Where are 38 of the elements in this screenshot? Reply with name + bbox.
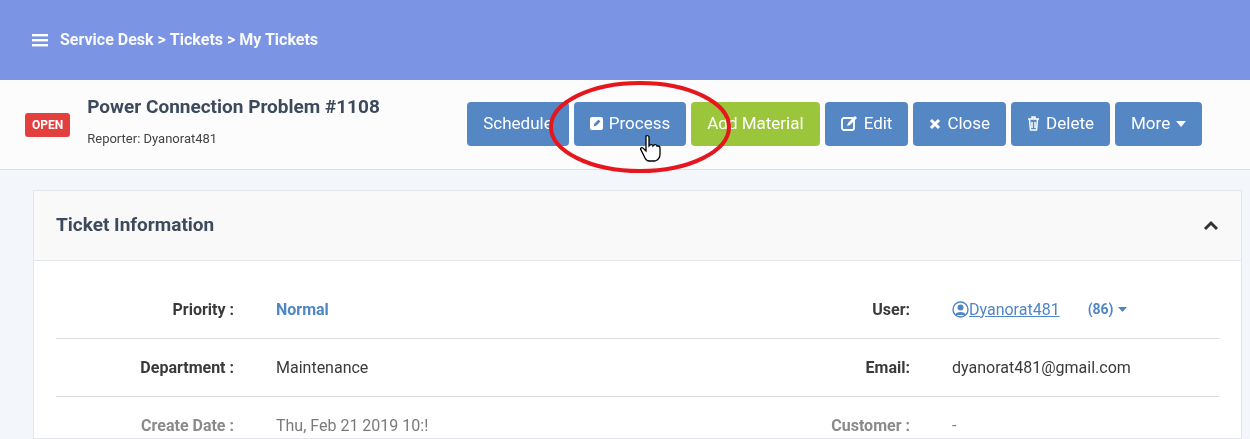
chevron-icon[interactable]: [1203, 219, 1219, 232]
field-value: dyanorat481@gmail.com: [952, 356, 1131, 379]
action-button[interactable]: More: [1115, 101, 1203, 146]
field-value: Thu, Feb 21 2019 10:!: [276, 415, 430, 437]
action-button[interactable]: Edit: [824, 101, 909, 146]
action-button[interactable]: Schedule: [467, 101, 569, 146]
field-value: -: [952, 415, 957, 437]
trash-icon: [1027, 116, 1041, 131]
action-button[interactable]: Process: [573, 101, 687, 146]
breadcrumb-separator: >: [157, 29, 166, 51]
user-icon: [952, 301, 969, 318]
edit-icon: [840, 116, 858, 131]
field-value: Maintenance: [276, 356, 370, 379]
action-button[interactable]: Delete: [1011, 101, 1110, 146]
field-label: Department :: [139, 356, 235, 379]
breadcrumb-link[interactable]: Tickets: [169, 28, 223, 52]
priority-link[interactable]: Normal: [276, 297, 456, 322]
panel-title: Ticket Information: [56, 212, 215, 239]
field-label: Create Date :: [140, 415, 235, 437]
close-icon: [929, 117, 942, 130]
field-label: Priority :: [171, 298, 235, 321]
field-label: Customer :: [830, 415, 911, 437]
user-link[interactable]: Dyanorat481: [952, 297, 1060, 322]
breadcrumb-link[interactable]: My Tickets: [239, 28, 319, 52]
pencil-icon: [589, 117, 603, 130]
menu-icon[interactable]: [32, 33, 48, 47]
breadcrumb-link[interactable]: Service Desk: [60, 28, 154, 52]
field-label: User:: [871, 298, 911, 321]
field-label: Email:: [864, 356, 911, 379]
status-badge: OPEN: [25, 112, 71, 137]
action-button[interactable]: Close: [913, 101, 1007, 146]
breadcrumb-separator: >: [227, 29, 236, 51]
caret-icon: [1176, 120, 1187, 127]
reporter-text: Reporter: Dyanorat481: [87, 130, 219, 148]
pointer-cursor-icon: [640, 134, 662, 162]
ticket-title: Power Connection Problem #1108: [87, 93, 381, 120]
caret-icon: [1117, 307, 1127, 312]
ticket-count-dropdown[interactable]: (86): [1087, 299, 1127, 320]
